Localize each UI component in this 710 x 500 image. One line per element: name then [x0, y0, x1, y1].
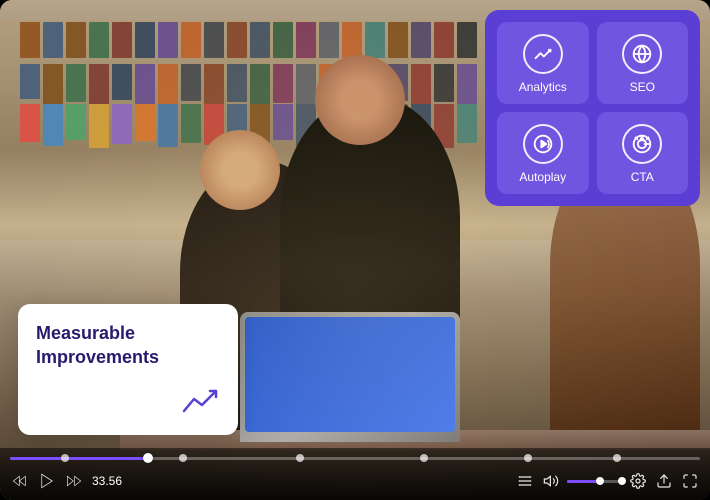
- feature-cards-panel: Analytics SEO Autoplay: [485, 10, 700, 206]
- seo-icon: [622, 34, 662, 74]
- chapters-button[interactable]: [515, 471, 535, 491]
- controls-row: 33.56: [10, 470, 700, 492]
- analytics-card[interactable]: Analytics: [497, 22, 589, 104]
- share-button[interactable]: [654, 471, 674, 491]
- autoplay-card[interactable]: Autoplay: [497, 112, 589, 194]
- autoplay-icon: [523, 124, 563, 164]
- volume-slider[interactable]: [567, 480, 622, 483]
- seo-label: SEO: [630, 80, 655, 94]
- cta-label: CTA: [631, 170, 654, 184]
- play-button[interactable]: [36, 470, 58, 492]
- video-player: Analytics SEO Autoplay: [0, 0, 710, 500]
- improvements-chart-icon: [180, 381, 220, 421]
- laptop: [240, 312, 460, 442]
- volume-button[interactable]: [541, 471, 561, 491]
- cta-card[interactable]: CTA: [597, 112, 689, 194]
- analytics-icon: [523, 34, 563, 74]
- rewind-button[interactable]: [10, 471, 30, 491]
- settings-button[interactable]: [628, 471, 648, 491]
- skip-forward-button[interactable]: [64, 471, 84, 491]
- analytics-label: Analytics: [519, 80, 567, 94]
- progress-bar[interactable]: [10, 457, 700, 460]
- time-display: 33.56: [92, 474, 122, 488]
- cta-icon: [622, 124, 662, 164]
- video-controls: 33.56: [0, 448, 710, 500]
- fullscreen-button[interactable]: [680, 471, 700, 491]
- improvements-title: Measurable Improvements: [36, 322, 220, 369]
- progress-dots: [10, 454, 700, 463]
- autoplay-label: Autoplay: [519, 170, 566, 184]
- improvements-card: Measurable Improvements: [18, 304, 238, 435]
- seo-card[interactable]: SEO: [597, 22, 689, 104]
